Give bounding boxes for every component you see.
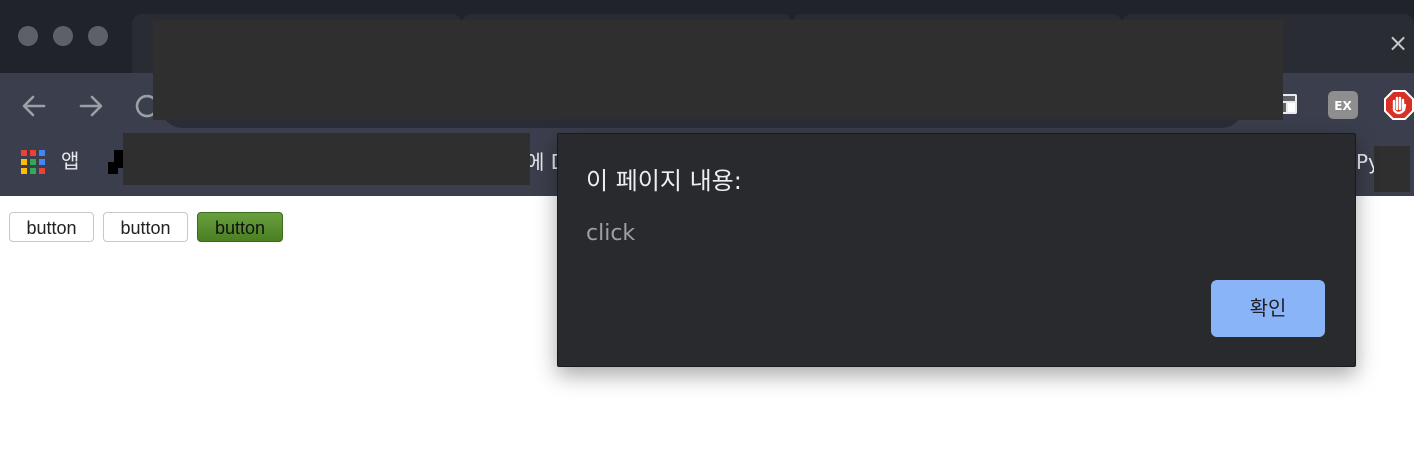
- redacted-region: [153, 20, 1283, 120]
- svg-text:EX: EX: [1334, 99, 1352, 113]
- ex-extension-icon[interactable]: EX: [1328, 91, 1358, 119]
- page-button-3-green[interactable]: button: [197, 212, 283, 242]
- page-button-1[interactable]: button: [9, 212, 94, 242]
- alert-dialog: 이 페이지 내용: click 확인: [557, 133, 1356, 367]
- close-window-icon[interactable]: [18, 26, 38, 46]
- redacted-region: [1374, 146, 1410, 192]
- minimize-window-icon[interactable]: [53, 26, 73, 46]
- maximize-window-icon[interactable]: [88, 26, 108, 46]
- arrow-left-icon[interactable]: [20, 92, 48, 120]
- bookmark-apps-label[interactable]: 앱: [61, 148, 79, 174]
- redacted-region: [123, 133, 530, 185]
- close-tab-icon[interactable]: ×: [1388, 28, 1414, 58]
- alert-title: 이 페이지 내용:: [586, 167, 742, 195]
- arrow-right-icon[interactable]: [77, 92, 105, 120]
- alert-message: click: [586, 221, 636, 246]
- page-button-2[interactable]: button: [103, 212, 188, 242]
- alert-ok-button[interactable]: 확인: [1211, 280, 1325, 337]
- adblock-hand-icon[interactable]: [1384, 90, 1414, 120]
- apps-grid-icon[interactable]: [21, 150, 45, 174]
- bookmark-favicon-icon[interactable]: [108, 148, 124, 176]
